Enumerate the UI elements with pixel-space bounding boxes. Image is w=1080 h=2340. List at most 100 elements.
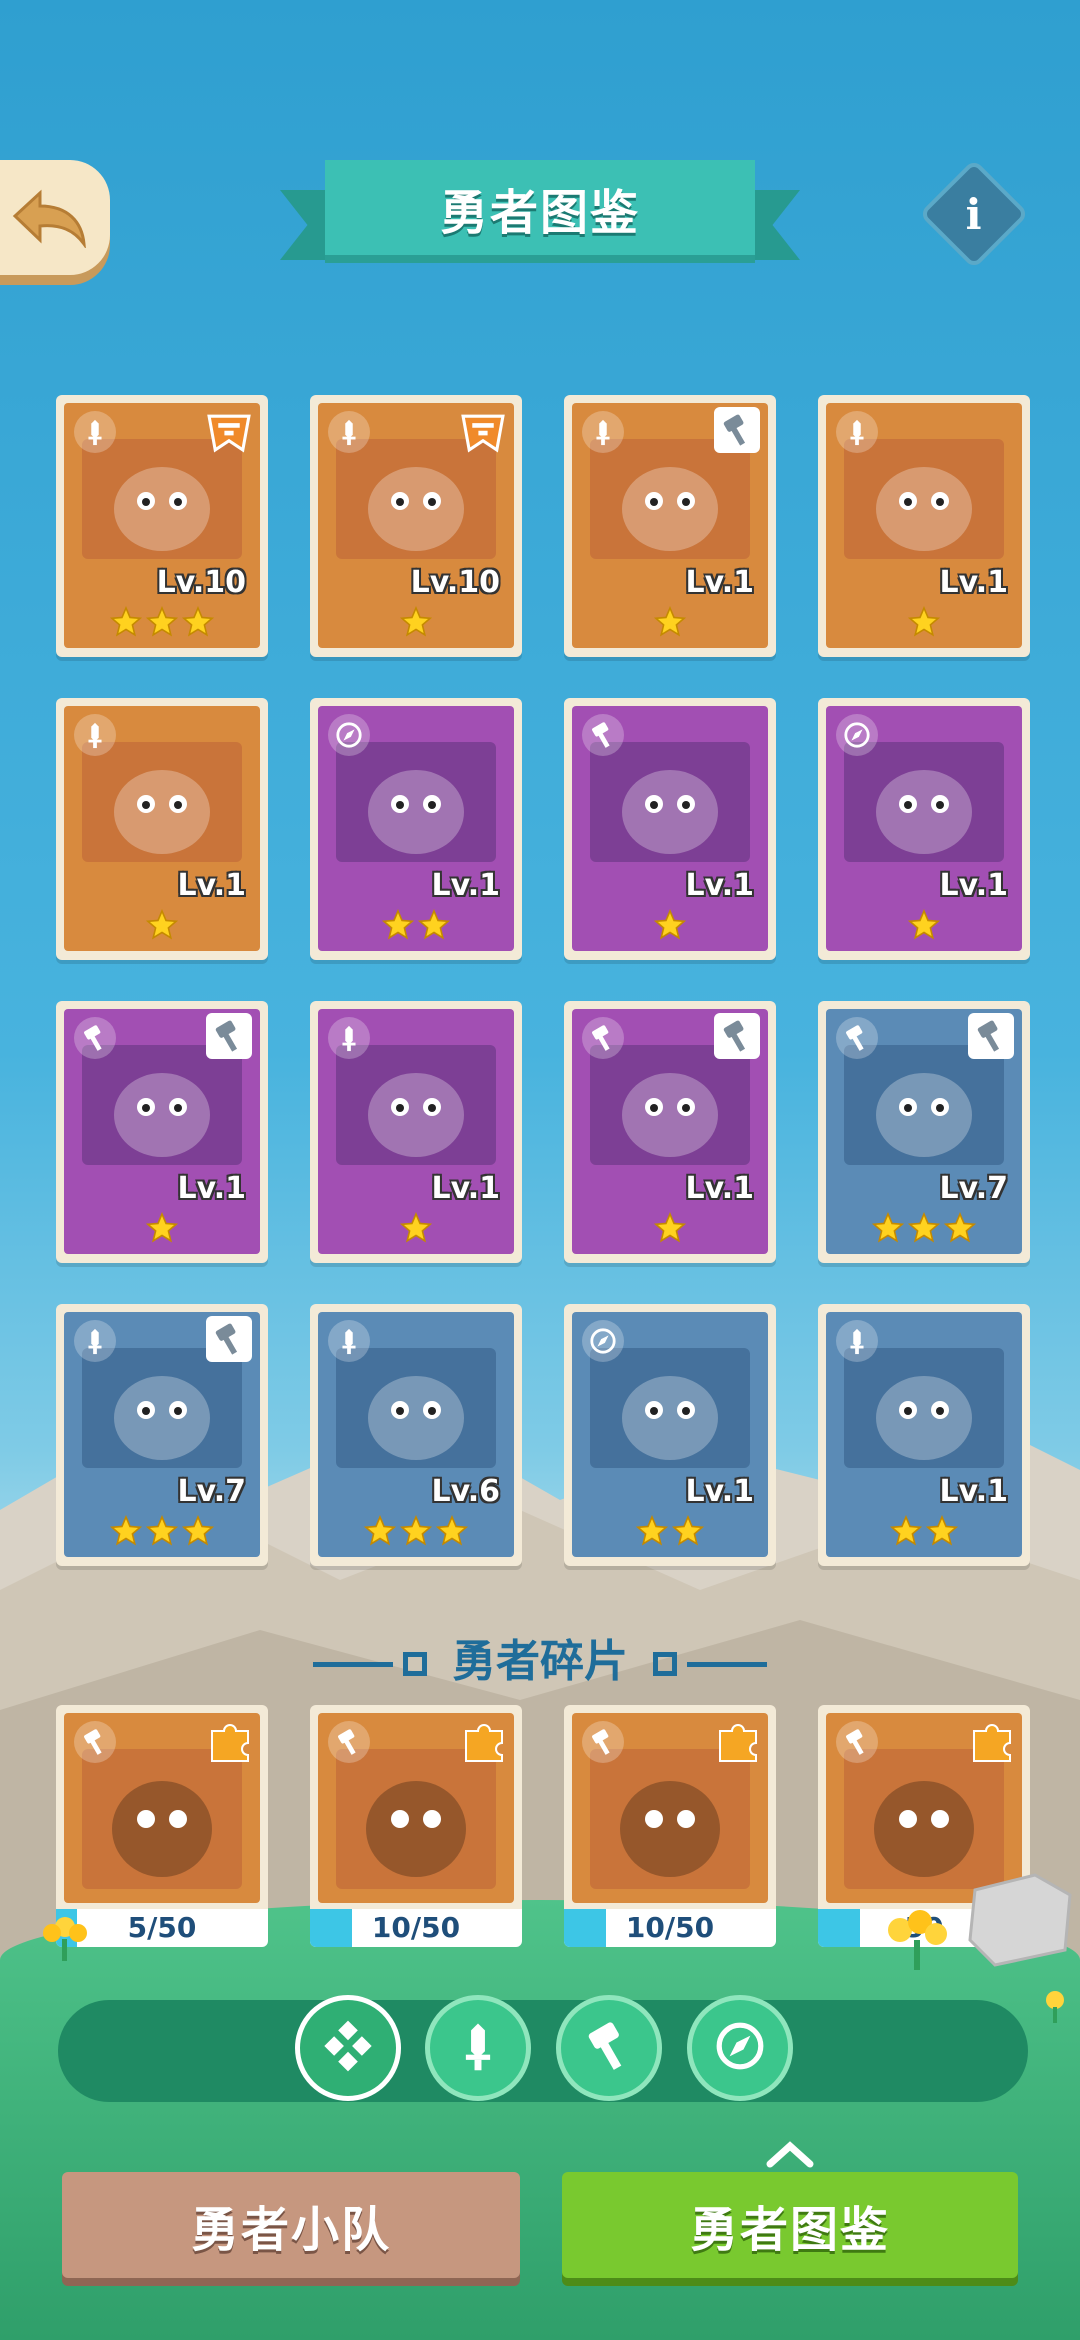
hero-level: Lv.10 bbox=[156, 565, 246, 600]
star-icon bbox=[399, 1514, 433, 1551]
star-icon bbox=[653, 605, 687, 642]
hero-portrait bbox=[844, 1045, 1004, 1165]
flower-decoration bbox=[1046, 1991, 1064, 2023]
hammer-icon bbox=[582, 714, 624, 756]
hero-card[interactable]: Lv.7 bbox=[818, 1001, 1030, 1263]
star-icon bbox=[381, 908, 415, 945]
hero-stars bbox=[64, 903, 260, 951]
hero-level: Lv.1 bbox=[431, 868, 501, 903]
hero-card-face: Lv.7 bbox=[826, 1009, 1022, 1214]
hammer-icon bbox=[583, 2020, 635, 2076]
sword-icon bbox=[836, 1320, 878, 1362]
hero-card[interactable]: Lv.1 bbox=[564, 395, 776, 657]
hero-portrait bbox=[844, 1348, 1004, 1468]
flower-decoration bbox=[43, 1917, 87, 1961]
star-icon bbox=[671, 1514, 705, 1551]
hero-card[interactable]: Lv.1 bbox=[564, 698, 776, 960]
tab-hero-dex[interactable]: 勇者图鉴 bbox=[562, 2172, 1018, 2278]
compass-icon bbox=[582, 1320, 624, 1362]
hero-card[interactable]: Lv.10 bbox=[56, 395, 268, 657]
hero-card[interactable]: Lv.1 bbox=[818, 698, 1030, 960]
hero-portrait bbox=[844, 1749, 1004, 1889]
hero-card-face: Lv.1 bbox=[572, 706, 768, 911]
hammer-icon bbox=[582, 1721, 624, 1763]
hammer-icon bbox=[74, 1017, 116, 1059]
hero-portrait bbox=[336, 439, 496, 559]
hero-level: Lv.1 bbox=[177, 868, 247, 903]
hero-card[interactable]: Lv.1 bbox=[818, 395, 1030, 657]
star-icon bbox=[925, 1514, 959, 1551]
hammer-icon bbox=[714, 407, 762, 455]
puzzle-piece-icon bbox=[714, 1717, 762, 1765]
hero-level: Lv.1 bbox=[685, 1171, 755, 1206]
fragment-card[interactable]: 10/50 bbox=[564, 1705, 776, 1947]
info-button[interactable]: i bbox=[918, 158, 1030, 270]
filter-all-button[interactable] bbox=[295, 1995, 401, 2101]
filter-compass-button[interactable] bbox=[687, 1995, 793, 2101]
hero-level: Lv.7 bbox=[939, 1171, 1009, 1206]
compass-icon bbox=[328, 714, 370, 756]
filter-hammer-button[interactable] bbox=[556, 1995, 662, 2101]
star-icon bbox=[907, 1211, 941, 1248]
info-icon: i bbox=[966, 189, 982, 239]
hero-card[interactable]: Lv.1 bbox=[564, 1304, 776, 1566]
hero-card[interactable]: Lv.6 bbox=[310, 1304, 522, 1566]
fragment-progress-bar: 10/50 bbox=[564, 1909, 776, 1947]
hero-portrait bbox=[844, 742, 1004, 862]
hero-card[interactable]: Lv.7 bbox=[56, 1304, 268, 1566]
hammer-icon bbox=[968, 1013, 1016, 1061]
star-icon bbox=[399, 605, 433, 642]
hammer-icon bbox=[328, 1721, 370, 1763]
sword-icon bbox=[452, 2020, 504, 2076]
divider-left bbox=[312, 1661, 393, 1667]
hero-stars bbox=[572, 600, 768, 648]
star-icon bbox=[889, 1514, 923, 1551]
hero-card[interactable]: Lv.1 bbox=[56, 1001, 268, 1263]
star-icon bbox=[435, 1514, 469, 1551]
hero-card[interactable]: Lv.1 bbox=[310, 1001, 522, 1263]
fragment-card[interactable]: 5/50 bbox=[56, 1705, 268, 1947]
hero-stars bbox=[572, 903, 768, 951]
tab-hero-team[interactable]: 勇者小队 bbox=[62, 2172, 520, 2278]
hero-card[interactable]: Lv.1 bbox=[56, 698, 268, 960]
hero-card[interactable]: Lv.1 bbox=[818, 1304, 1030, 1566]
sword-icon bbox=[74, 411, 116, 453]
hero-level: Lv.1 bbox=[685, 868, 755, 903]
star-icon bbox=[635, 1514, 669, 1551]
hero-level: Lv.1 bbox=[431, 1171, 501, 1206]
hero-portrait bbox=[82, 1045, 242, 1165]
hero-card-face: Lv.1 bbox=[572, 1312, 768, 1517]
hero-level: Lv.1 bbox=[939, 868, 1009, 903]
fragment-card-face bbox=[64, 1713, 260, 1903]
hero-level: Lv.1 bbox=[939, 1474, 1009, 1509]
fragment-card[interactable]: 10/50 bbox=[310, 1705, 522, 1947]
hero-level: Lv.6 bbox=[431, 1474, 501, 1509]
hero-card[interactable]: Lv.10 bbox=[310, 395, 522, 657]
star-icon bbox=[653, 1211, 687, 1248]
hero-stars bbox=[826, 1509, 1022, 1557]
star-icon bbox=[145, 1211, 179, 1248]
page-title: 勇者图鉴 bbox=[325, 160, 755, 263]
star-icon bbox=[399, 1211, 433, 1248]
title-banner: 勇者图鉴 bbox=[280, 160, 800, 270]
flower-decoration bbox=[888, 1910, 947, 1970]
fragment-progress-text: 10/50 bbox=[371, 1911, 461, 1944]
sword-icon bbox=[836, 411, 878, 453]
filter-sword-button[interactable] bbox=[425, 1995, 531, 2101]
hero-card[interactable]: Lv.1 bbox=[310, 698, 522, 960]
hero-stars bbox=[826, 903, 1022, 951]
star-icon bbox=[145, 908, 179, 945]
hero-stars bbox=[64, 1206, 260, 1254]
hero-portrait bbox=[590, 742, 750, 862]
star-icon bbox=[871, 1211, 905, 1248]
sword-icon bbox=[74, 714, 116, 756]
sword-icon bbox=[328, 411, 370, 453]
back-button[interactable] bbox=[0, 160, 110, 275]
hero-card-face: Lv.6 bbox=[318, 1312, 514, 1517]
sword-icon bbox=[74, 1320, 116, 1362]
star-icon bbox=[145, 605, 179, 642]
star-icon bbox=[145, 1514, 179, 1551]
hero-card[interactable]: Lv.1 bbox=[564, 1001, 776, 1263]
hero-stars bbox=[572, 1206, 768, 1254]
hero-stars bbox=[318, 600, 514, 648]
